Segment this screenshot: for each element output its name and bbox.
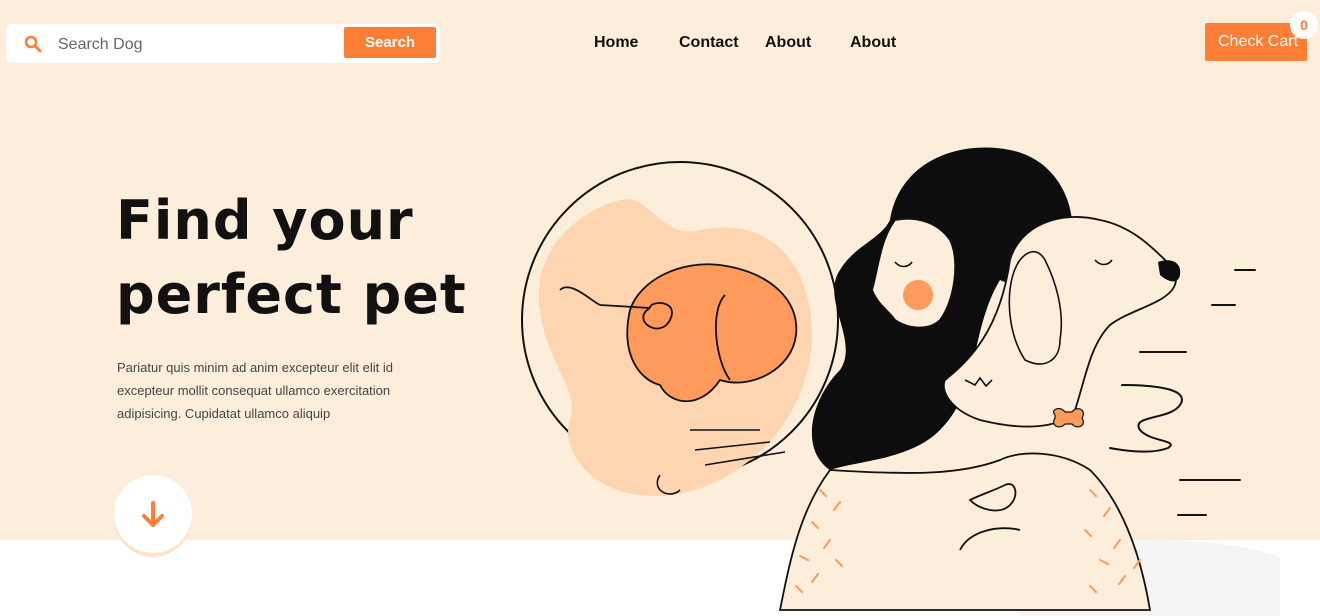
page-title: Find your perfect pet <box>116 184 476 332</box>
search-input[interactable] <box>56 30 340 59</box>
search-button[interactable]: Search <box>344 27 436 58</box>
nav-link-about-2[interactable]: About <box>850 34 896 52</box>
cart-count-badge: 0 <box>1290 11 1318 39</box>
hero-description: Pariatur quis minim ad anim excepteur el… <box>117 360 394 421</box>
nav-link-home[interactable]: Home <box>594 34 638 52</box>
woman-hugging-dog-illustration <box>521 147 1280 616</box>
search-bar: Search <box>6 24 440 63</box>
headline-line-1: Find your <box>116 189 414 252</box>
headline-line-2: perfect pet <box>116 263 467 326</box>
search-icon <box>24 35 42 53</box>
nav-link-about[interactable]: About <box>765 34 811 52</box>
scroll-down-button[interactable] <box>114 475 192 553</box>
arrow-down-icon <box>142 501 164 527</box>
nav-link-contact[interactable]: Contact <box>679 34 739 52</box>
